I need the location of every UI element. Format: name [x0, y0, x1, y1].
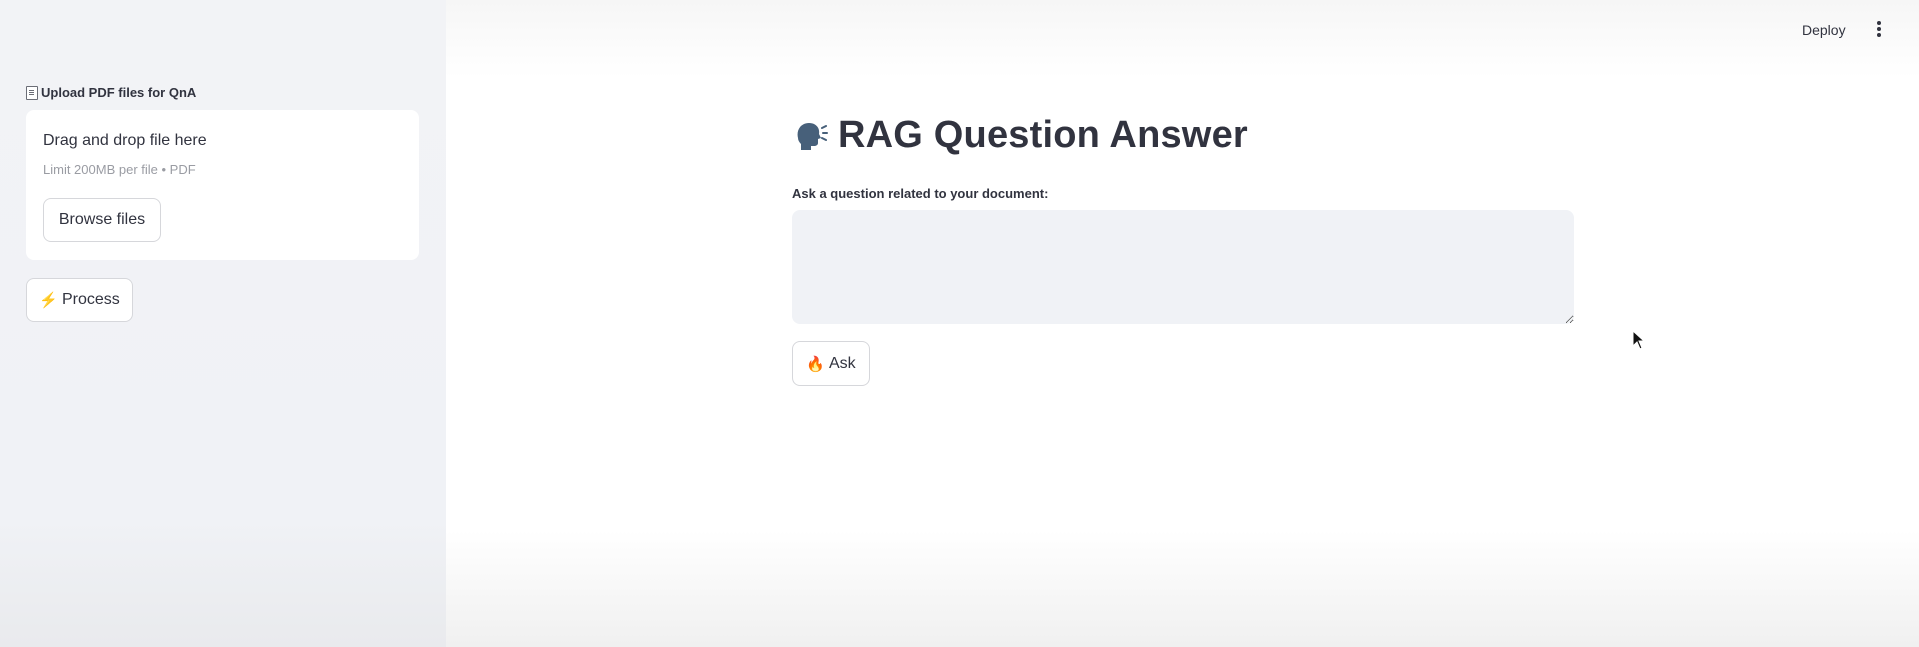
- fire-icon: 🔥: [806, 355, 825, 373]
- page-title: RAG Question Answer: [792, 114, 1248, 157]
- document-icon: [26, 85, 38, 100]
- page-title-text: RAG Question Answer: [838, 114, 1248, 156]
- speaking-head-icon: [792, 118, 828, 154]
- file-dropzone[interactable]: Drag and drop file here Limit 200MB per …: [26, 110, 419, 260]
- browse-files-label: Browse files: [58, 211, 146, 228]
- deploy-button[interactable]: Deploy: [1802, 22, 1846, 38]
- lightning-icon: ⚡: [39, 292, 58, 309]
- process-label: Process: [61, 291, 120, 308]
- browse-files-button[interactable]: Browse files: [43, 198, 161, 242]
- dropzone-title: Drag and drop file here: [43, 132, 207, 149]
- sidebar: Upload PDF files for QnA Drag and drop f…: [0, 0, 446, 647]
- question-label: Ask a question related to your document:: [792, 186, 1049, 201]
- mouse-cursor-icon: [1632, 330, 1646, 350]
- process-button[interactable]: ⚡ Process: [26, 278, 133, 322]
- upload-label-text: Upload PDF files for QnA: [41, 85, 197, 100]
- dropzone-limit: Limit 200MB per file • PDF: [43, 162, 196, 177]
- kebab-menu-icon[interactable]: [1877, 21, 1881, 37]
- ask-button[interactable]: 🔥 Ask: [792, 341, 870, 386]
- upload-section-label: Upload PDF files for QnA: [26, 85, 196, 100]
- question-input[interactable]: [792, 210, 1574, 324]
- ask-label: Ask: [829, 354, 856, 372]
